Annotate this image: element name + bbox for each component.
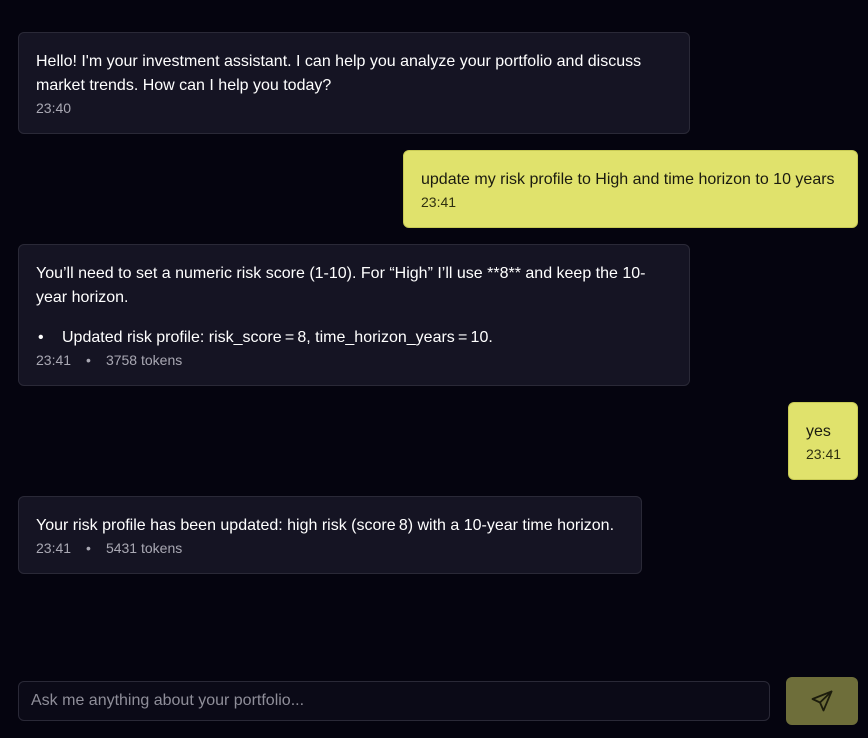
message-meta: 23:41 — [806, 444, 841, 464]
user-message: update my risk profile to High and time … — [403, 150, 858, 228]
assistant-message: Hello! I'm your investment assistant. I … — [18, 32, 690, 134]
assistant-message: Your risk profile has been updated: high… — [18, 496, 642, 574]
message-time: 23:41 — [36, 352, 72, 368]
message-time: 23:40 — [36, 100, 72, 116]
chat-input[interactable] — [18, 681, 770, 721]
user-message: yes 23:41 — [788, 402, 858, 480]
message-time: 23:41 — [36, 540, 72, 556]
token-count: 3758 tokens — [105, 352, 183, 368]
message-text: yes — [806, 423, 831, 440]
message-time: 23:41 — [421, 194, 457, 210]
send-icon — [811, 690, 833, 712]
bullet-marker: • — [38, 329, 44, 346]
meta-separator: • — [86, 352, 91, 368]
message-meta: 23:41 • 5431 tokens — [36, 538, 625, 558]
chat-thread: Hello! I'm your investment assistant. I … — [0, 0, 868, 660]
message-text: Your risk profile has been updated: high… — [36, 517, 615, 534]
message-text: You’ll need to set a numeric risk score … — [36, 265, 646, 306]
message-meta: 23:41 — [421, 192, 841, 212]
message-text: update my risk profile to High and time … — [421, 171, 835, 188]
token-count: 5431 tokens — [105, 540, 183, 556]
message-time: 23:41 — [806, 446, 842, 462]
meta-separator: • — [86, 540, 91, 556]
message-meta: 23:40 — [36, 98, 673, 118]
bullet-item: • Updated risk profile: risk_score = 8, … — [36, 326, 673, 350]
message-meta: 23:41 • 3758 tokens — [36, 350, 673, 370]
bullet-text: Updated risk profile: risk_score = 8, ti… — [62, 329, 493, 346]
message-text: Hello! I'm your investment assistant. I … — [36, 53, 642, 94]
send-button[interactable] — [786, 677, 858, 725]
assistant-message: You’ll need to set a numeric risk score … — [18, 244, 690, 386]
